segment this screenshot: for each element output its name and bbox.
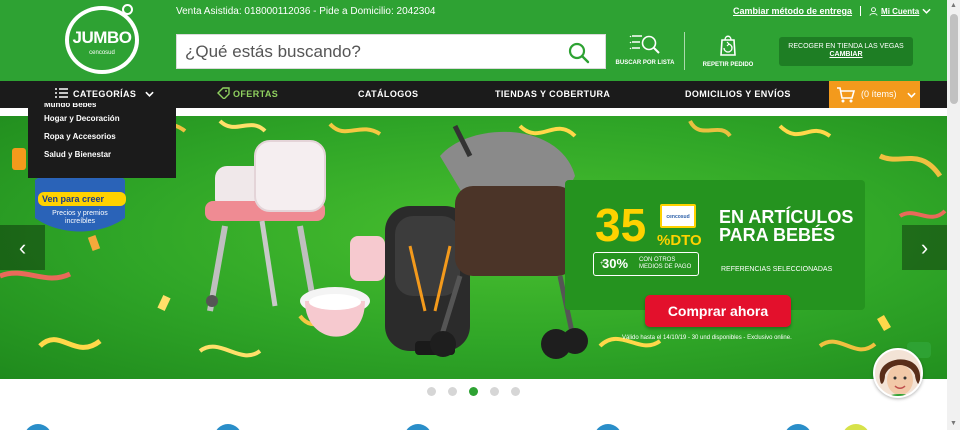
nav-stores[interactable]: TIENDAS Y COBERTURA — [495, 81, 610, 108]
headline-line2: PARA BEBÉS — [719, 225, 836, 245]
extra-discount-value: 30% — [602, 256, 629, 271]
category-icon[interactable] — [214, 424, 242, 430]
divider — [860, 6, 862, 16]
nav-offers[interactable]: OFERTAS — [217, 81, 278, 108]
discount-percent: 35 — [595, 199, 647, 251]
dropdown-item-clothing[interactable]: Ropa y Accesorios — [44, 132, 116, 141]
categories-dropdown: Hogar y Decoración Ropa y Accesorios Sal… — [28, 108, 176, 178]
pickup-store-button[interactable]: RECOGER EN TIENDA LAS VEGAS CAMBIAR — [779, 37, 913, 66]
repeat-order-icon — [720, 35, 736, 56]
carousel-dots — [427, 387, 520, 396]
carousel-dot[interactable] — [511, 387, 520, 396]
dropdown-item-partial[interactable]: Mundo Bebés — [44, 103, 96, 108]
category-icon[interactable] — [842, 424, 870, 430]
discount-label: %DTO — [657, 232, 702, 249]
extra-discount-box: + 30% CON OTROS MEDIOS DE PAGO — [593, 252, 699, 276]
search-by-list-button[interactable]: BUSCAR POR LISTA — [613, 32, 677, 66]
cart-count: (0 ítems) — [861, 89, 897, 99]
chevron-right-icon: › — [920, 235, 929, 260]
cart-button[interactable]: (0 ítems) — [829, 81, 920, 108]
dropdown-item-health[interactable]: Salud y Bienestar — [44, 150, 111, 159]
high-chair-image — [205, 140, 326, 312]
extra-discount-text-line1: CON OTROS — [639, 257, 676, 263]
chevron-down-icon[interactable] — [907, 92, 916, 98]
account-label: Mi Cuenta — [881, 6, 920, 16]
next-slide-button[interactable]: › — [902, 225, 947, 270]
extra-discount-text: CON OTROS MEDIOS DE PAGO — [639, 257, 691, 271]
carousel-dot[interactable] — [427, 387, 436, 396]
search-input[interactable] — [185, 41, 565, 63]
pickup-store-label: RECOGER EN TIENDA LAS VEGAS — [788, 43, 904, 50]
selected-refs: REFERENCIAS SELECCIONADAS — [721, 266, 833, 273]
header: JUMBO cencosud Venta Asistida: 018000112… — [0, 0, 947, 81]
top-links: Cambiar método de entrega Mi Cuenta — [733, 6, 931, 16]
divider — [684, 32, 685, 70]
prev-slide-button[interactable]: ‹ — [0, 225, 45, 270]
nav-delivery[interactable]: DOMICILIOS Y ENVÍOS — [685, 81, 791, 108]
logo-subtext: cencosud — [89, 50, 115, 56]
chevron-down-icon — [922, 8, 931, 14]
search-icon[interactable] — [567, 41, 591, 65]
extra-discount-text-line2: MEDIOS DE PAGO — [639, 264, 692, 270]
chevron-left-icon: ‹ — [18, 235, 27, 260]
buy-now-button[interactable]: Comprar ahora — [645, 295, 791, 327]
badge-line1: Ven para creer — [42, 194, 105, 204]
dropdown-item-home[interactable]: Hogar y Decoración — [44, 114, 120, 123]
scroll-up-icon[interactable]: ▲ — [947, 0, 960, 12]
category-icon[interactable] — [24, 424, 52, 430]
chat-assistant-avatar[interactable] — [873, 348, 923, 398]
change-delivery-link[interactable]: Cambiar método de entrega — [733, 6, 852, 16]
pickup-change-link[interactable]: CAMBIAR — [779, 51, 913, 58]
cencosud-badge: cencosud — [660, 204, 696, 228]
badge-line2: Precios y premios increíbles — [52, 210, 108, 225]
cart-icon — [837, 87, 855, 103]
search-by-list-label: BUSCAR POR LISTA — [615, 60, 675, 66]
category-icon[interactable] — [784, 424, 812, 430]
repeat-order-button[interactable]: REPETIR PEDIDO — [697, 32, 759, 68]
scrollbar-thumb[interactable] — [950, 14, 958, 104]
category-icon[interactable] — [594, 424, 622, 430]
carousel-dot-active[interactable] — [469, 387, 478, 396]
menu-icon — [55, 88, 68, 98]
list-search-icon — [629, 35, 660, 54]
promo-headline: EN ARTÍCULOS PARA BEBÉS — [719, 208, 853, 244]
tag-icon — [217, 87, 230, 100]
promo-badge: Ven para creer Precios y premios increíb… — [30, 168, 130, 238]
chevron-down-icon — [145, 91, 154, 97]
carousel-dot[interactable] — [490, 387, 499, 396]
headline-line1: EN ARTÍCULOS — [719, 207, 854, 227]
carousel-dot[interactable] — [448, 387, 457, 396]
jumbo-logo[interactable]: JUMBO cencosud — [65, 4, 139, 74]
contact-info: Venta Asistida: 018000112036 - Pide a Do… — [176, 6, 436, 17]
nav-categories-label: CATEGORÍAS — [73, 89, 137, 99]
category-icon[interactable] — [404, 424, 432, 430]
scroll-down-icon[interactable]: ▼ — [947, 418, 960, 430]
nav-catalogs[interactable]: CATÁLOGOS — [358, 81, 418, 108]
category-icons-row — [0, 421, 947, 430]
main-nav: CATEGORÍAS OFERTAS CATÁLOGOS TIENDAS Y C… — [0, 81, 947, 108]
legal-text: Válido hasta el 14/10/19 - 30 und dispon… — [622, 335, 792, 341]
search-box — [176, 34, 606, 69]
account-link[interactable]: Mi Cuenta — [869, 7, 931, 16]
logo-dot — [122, 4, 133, 15]
promo-panel: 35 cencosud %DTO EN ARTÍCULOS PARA BEBÉS… — [565, 180, 865, 310]
nav-offers-label: OFERTAS — [233, 89, 279, 99]
logo-text: JUMBO — [72, 28, 132, 47]
repeat-order-label: REPETIR PEDIDO — [702, 62, 754, 68]
side-tab[interactable] — [12, 148, 26, 170]
user-icon — [869, 6, 878, 16]
